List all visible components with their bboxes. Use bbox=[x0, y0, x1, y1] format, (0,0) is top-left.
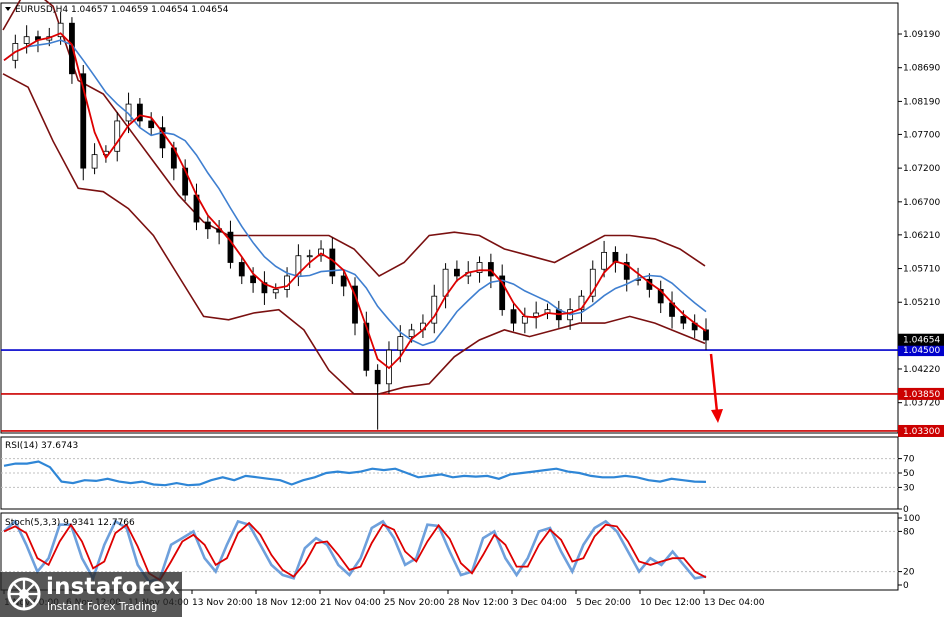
level-tag-label: 1.04500 bbox=[903, 346, 940, 356]
candle-body bbox=[238, 262, 245, 277]
rsi-tick-label: 70 bbox=[903, 455, 915, 465]
candle-body bbox=[272, 289, 279, 294]
candle-body bbox=[510, 309, 517, 324]
rsi-tick-label: 50 bbox=[903, 469, 915, 479]
stoch-tick-label: 100 bbox=[903, 514, 920, 524]
candle-body bbox=[148, 120, 155, 129]
chart-window: 1.09190 1.08690 1.08190 1.07700 1.07200 1.067… bbox=[0, 0, 944, 608]
candle-body bbox=[250, 275, 256, 284]
candle-body bbox=[703, 329, 709, 341]
candle-body bbox=[680, 316, 687, 324]
price-tick-label: 1.05210 bbox=[903, 298, 940, 308]
time-tick-label: 21 Nov 04:00 bbox=[320, 598, 381, 608]
candle-body bbox=[114, 120, 121, 152]
instaforex-watermark: instaforex Instant Forex Trading bbox=[0, 572, 182, 617]
time-tick-label: 25 Nov 20:00 bbox=[384, 598, 445, 608]
price-tick-label: 1.07700 bbox=[903, 130, 940, 140]
price-tick-label: 1.07200 bbox=[903, 164, 940, 174]
time-tick-label: 3 Dec 04:00 bbox=[512, 598, 567, 608]
price-tick-label: 1.09190 bbox=[903, 30, 940, 40]
price-tick-label: 1.08690 bbox=[903, 64, 940, 74]
level-tag-label: 1.03300 bbox=[903, 427, 940, 437]
candle-body bbox=[91, 154, 98, 169]
candle-body bbox=[601, 251, 607, 270]
time-tick-label: 5 Dec 20:00 bbox=[576, 598, 631, 608]
watermark-brand: instaforex bbox=[46, 574, 181, 600]
time-tick-label: 10 Dec 12:00 bbox=[640, 598, 701, 608]
price-tick-label: 1.04220 bbox=[903, 365, 940, 375]
watermark-tagline: Instant Forex Trading bbox=[47, 601, 158, 613]
candle-body bbox=[408, 329, 415, 338]
price-tick-label: 1.08190 bbox=[903, 97, 940, 107]
time-tick-label: 18 Nov 12:00 bbox=[256, 598, 317, 608]
rsi-tick-label: 30 bbox=[903, 483, 915, 493]
stoch-tick-label: 80 bbox=[903, 527, 915, 537]
stoch-tick-label: 20 bbox=[903, 568, 915, 578]
candle-body bbox=[136, 103, 143, 122]
time-tick-label: 13 Nov 20:00 bbox=[192, 598, 253, 608]
time-tick-label: 28 Nov 12:00 bbox=[448, 598, 509, 608]
candle-body bbox=[23, 36, 30, 44]
candle-body bbox=[306, 255, 313, 258]
candle-body bbox=[442, 268, 449, 297]
price-tick-label: 1.05710 bbox=[903, 265, 940, 275]
candle-body bbox=[227, 231, 234, 263]
stoch-title: Stoch(5,3,3) 9.9341 12.7766 bbox=[5, 518, 135, 528]
instaforex-logo-icon bbox=[7, 577, 41, 611]
rsi-title: RSI(14) 37.6743 bbox=[5, 441, 78, 451]
main-chart-title: EURUSD,H4 1.04657 1.04659 1.04654 1.0465… bbox=[15, 5, 229, 15]
price-tick-label: 1.06700 bbox=[903, 198, 940, 208]
candle-body bbox=[487, 262, 494, 277]
candle-body bbox=[340, 275, 347, 287]
level-tag-label: 1.03850 bbox=[903, 390, 940, 400]
current-price-label: 1.04654 bbox=[903, 336, 940, 346]
candle-body bbox=[397, 336, 404, 351]
price-tick-label: 1.03720 bbox=[903, 399, 940, 409]
main-panel-frame bbox=[0, 2, 899, 434]
candle-body bbox=[374, 369, 381, 385]
time-tick-label: 13 Dec 04:00 bbox=[704, 598, 765, 608]
candle-body bbox=[204, 221, 211, 230]
candle-body bbox=[454, 268, 460, 277]
price-tick-label: 1.06210 bbox=[903, 231, 940, 241]
stoch-tick-label: 0 bbox=[903, 581, 909, 591]
candle-body bbox=[284, 275, 290, 290]
